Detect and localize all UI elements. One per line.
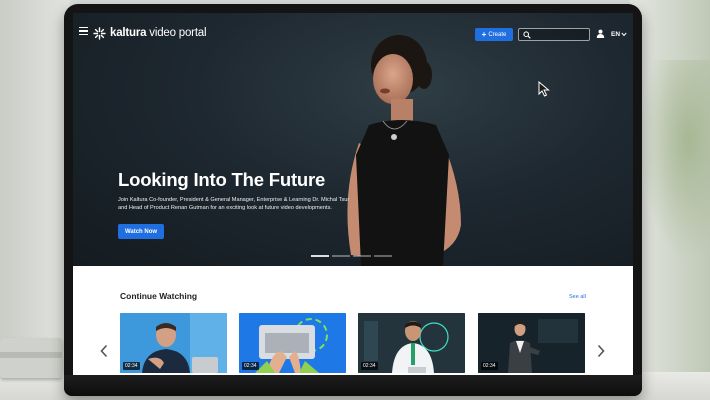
create-button[interactable]: + Create bbox=[475, 28, 513, 41]
carousel-dot[interactable] bbox=[311, 255, 329, 257]
chevron-right-icon[interactable] bbox=[596, 344, 606, 358]
plus-icon: + bbox=[481, 29, 487, 39]
carousel-indicators bbox=[311, 255, 392, 257]
notebook bbox=[0, 338, 62, 378]
video-card[interactable]: 02:34 bbox=[358, 313, 465, 373]
hero-banner[interactable]: kaltura video portal + Create EN Looking… bbox=[73, 13, 633, 266]
continue-watching-section: Continue Watching See all 02:34 02:34 02… bbox=[73, 266, 633, 375]
chevron-down-icon bbox=[621, 32, 627, 36]
brand-name-light: video portal bbox=[146, 27, 207, 39]
search-icon bbox=[523, 31, 531, 39]
carousel-dot[interactable] bbox=[353, 255, 371, 257]
chevron-left-icon[interactable] bbox=[99, 344, 109, 358]
navbar: kaltura video portal + Create EN bbox=[73, 13, 633, 53]
search-input[interactable] bbox=[518, 28, 590, 41]
background-plant bbox=[640, 60, 710, 260]
video-card[interactable]: 02:34 bbox=[478, 313, 585, 373]
carousel-dot[interactable] bbox=[374, 255, 392, 257]
video-duration: 02:34 bbox=[481, 362, 498, 370]
video-card[interactable]: 02:34 bbox=[239, 313, 346, 373]
brand-name-bold: kaltura bbox=[110, 27, 147, 39]
presenter-image bbox=[347, 35, 461, 266]
laptop-screen: kaltura video portal + Create EN Looking… bbox=[73, 13, 633, 375]
hamburger-icon[interactable] bbox=[79, 27, 88, 35]
video-card[interactable]: 02:34 bbox=[120, 313, 227, 373]
carousel-dot[interactable] bbox=[332, 255, 350, 257]
see-all-link[interactable]: See all bbox=[569, 294, 586, 300]
language-label: EN bbox=[611, 30, 621, 38]
video-duration: 02:34 bbox=[242, 362, 259, 370]
hero-description: Join Kaltura Co-founder, President & Gen… bbox=[118, 197, 350, 212]
brand-logo[interactable]: kaltura video portal bbox=[93, 26, 207, 40]
mouse-cursor-icon bbox=[538, 81, 550, 97]
kaltura-logo-icon bbox=[93, 26, 106, 40]
brand-name: kaltura video portal bbox=[110, 27, 207, 39]
laptop: kaltura video portal + Create EN Looking… bbox=[64, 4, 642, 396]
language-selector[interactable]: EN bbox=[611, 29, 627, 39]
section-title: Continue Watching bbox=[120, 291, 198, 301]
watch-now-button[interactable]: Watch Now bbox=[118, 224, 164, 239]
user-icon[interactable] bbox=[596, 29, 605, 38]
hero-title: Looking Into The Future bbox=[118, 169, 326, 190]
create-button-label: Create bbox=[488, 31, 507, 38]
video-duration: 02:34 bbox=[361, 362, 378, 370]
laptop-bezel bbox=[64, 375, 642, 396]
video-duration: 02:34 bbox=[123, 362, 140, 370]
